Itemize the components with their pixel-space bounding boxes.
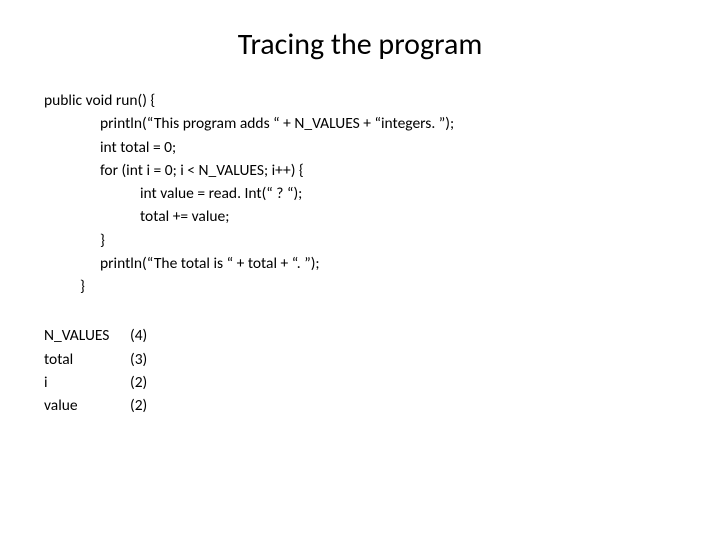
trace-value: (2): [130, 373, 147, 392]
code-line: total += value;: [44, 205, 684, 228]
code-line: println(“This program adds “ + N_VALUES …: [44, 112, 684, 135]
code-line: int total = 0;: [44, 136, 684, 159]
trace-row: N_VALUES(4): [44, 324, 684, 347]
slide: Tracing the program public void run() { …: [0, 0, 720, 540]
code-line: }: [44, 275, 684, 298]
code-line: public void run() {: [44, 89, 684, 112]
trace-value: (2): [130, 396, 147, 415]
trace-value: (4): [130, 326, 147, 345]
code-line: println(“The total is “ + total + “. ”);: [44, 252, 684, 275]
trace-table: N_VALUES(4) total(3) i(2) value(2): [44, 324, 684, 417]
trace-label: N_VALUES: [44, 324, 130, 347]
code-line: }: [44, 229, 684, 252]
trace-row: total(3): [44, 348, 684, 371]
code-block: public void run() { println(“This progra…: [44, 89, 684, 298]
trace-value: (3): [130, 350, 147, 369]
code-line: int value = read. Int(“ ? “);: [44, 182, 684, 205]
slide-title: Tracing the program: [36, 26, 684, 63]
trace-label: i: [44, 371, 130, 394]
trace-label: total: [44, 348, 130, 371]
trace-label: value: [44, 394, 130, 417]
trace-row: value(2): [44, 394, 684, 417]
code-line: for (int i = 0; i < N_VALUES; i++) {: [44, 159, 684, 182]
trace-row: i(2): [44, 371, 684, 394]
